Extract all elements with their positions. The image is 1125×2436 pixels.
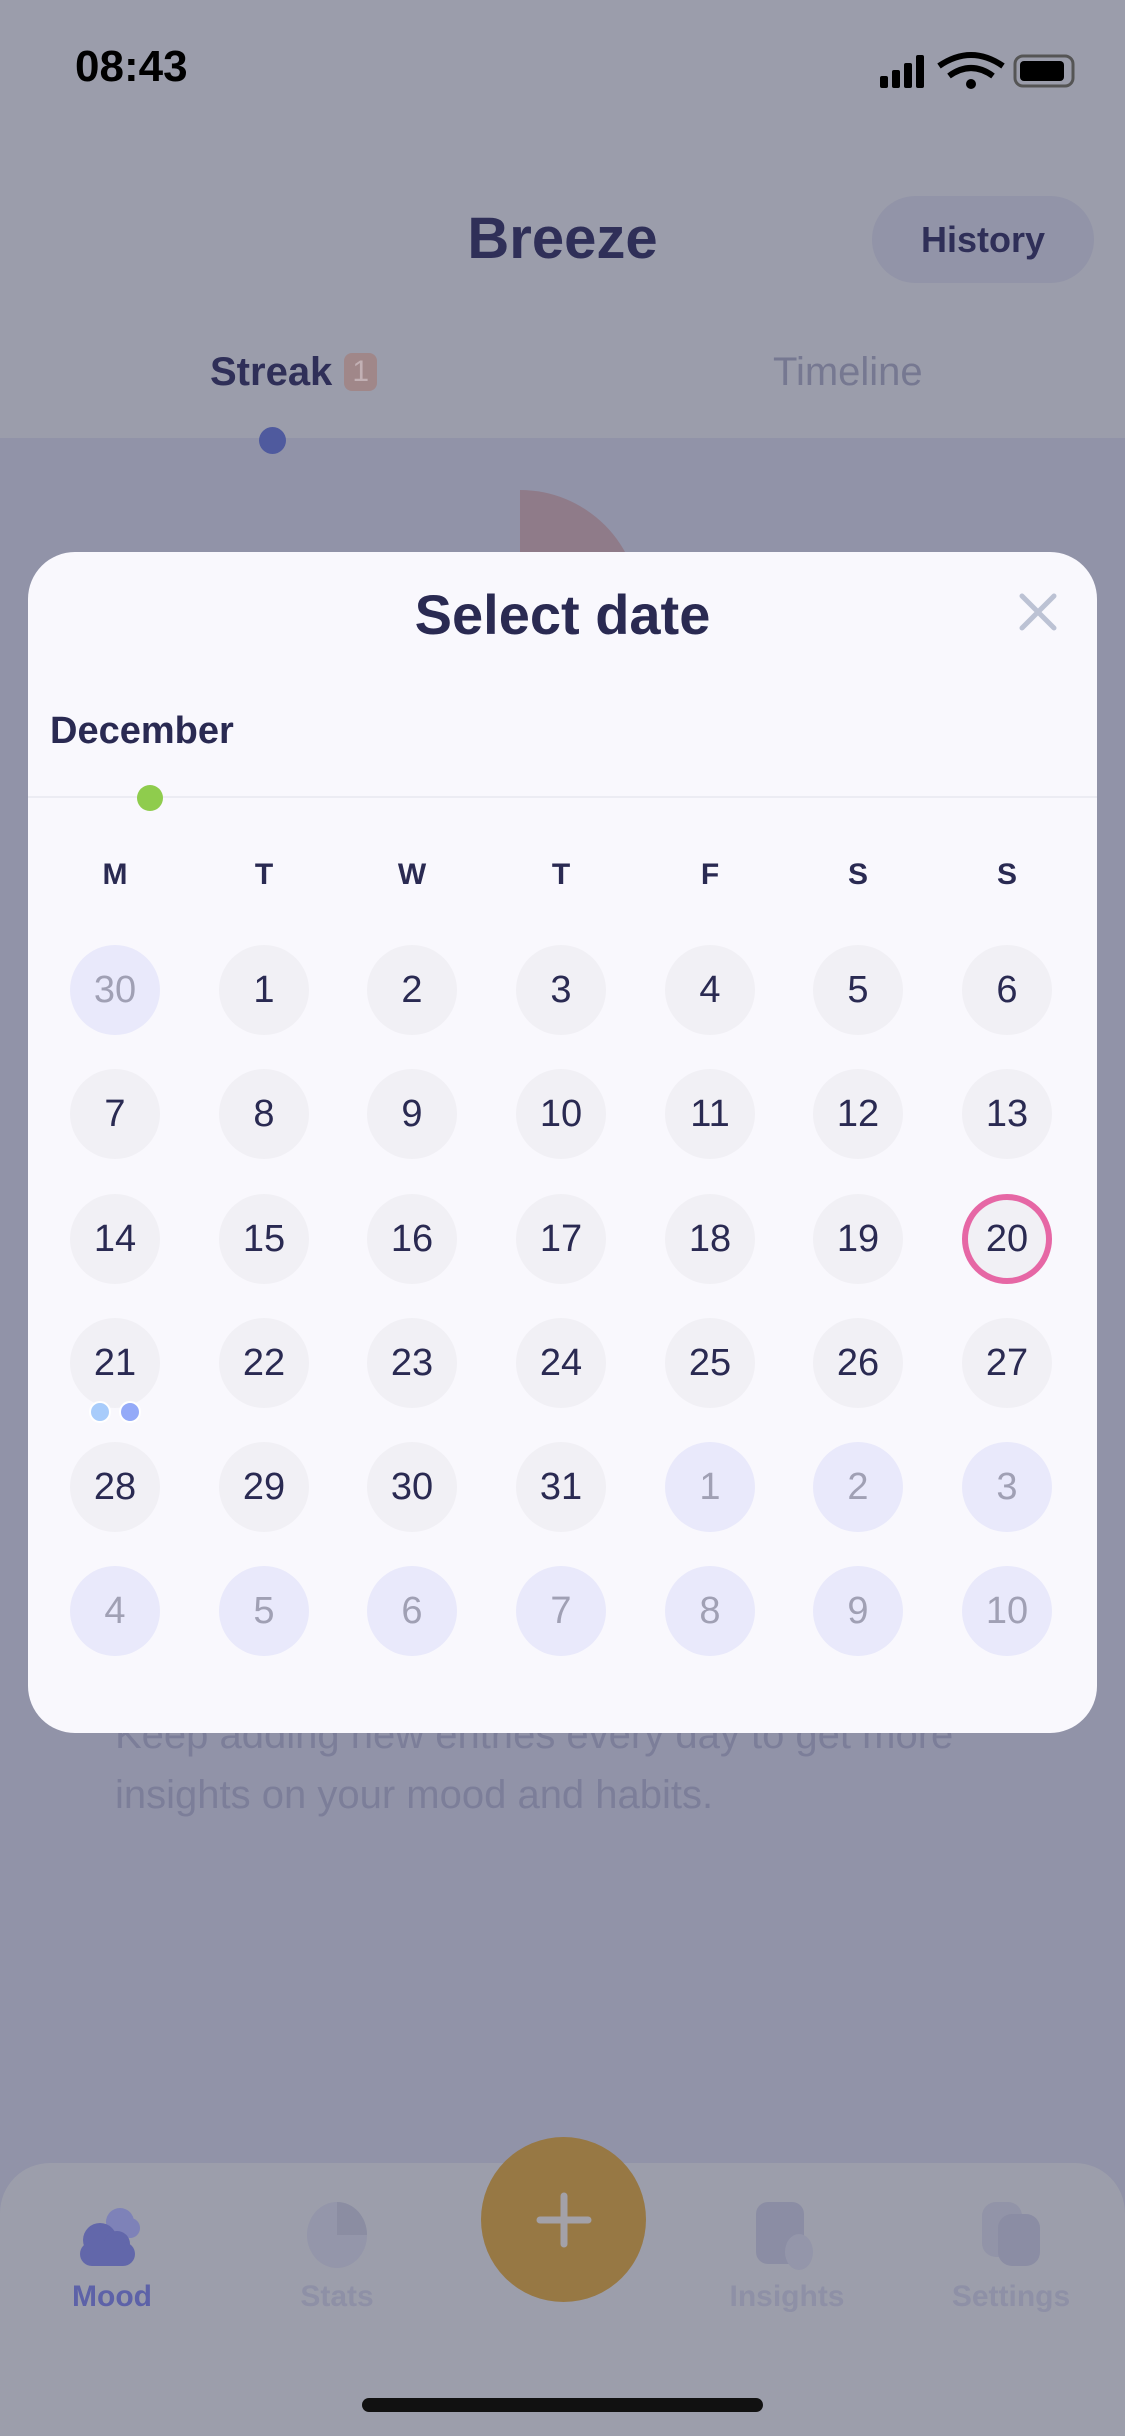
day-cell[interactable]: 22 [219,1318,309,1408]
day-cell[interactable]: 4 [70,1566,160,1656]
history-button[interactable]: History [872,196,1094,283]
day-cell[interactable]: 12 [813,1069,903,1159]
day-cell[interactable]: 16 [367,1194,457,1284]
day-cell[interactable]: 9 [813,1566,903,1656]
day-cell[interactable]: 25 [665,1318,755,1408]
streak-badge: 1 [344,353,377,391]
close-icon[interactable] [1018,592,1058,632]
signal-icon [880,55,924,88]
entry-dot [89,1401,111,1423]
day-cell[interactable]: 10 [516,1069,606,1159]
battery-icon [1013,54,1075,88]
select-date-modal: Select date December M T W T F S S 30 1 2 3 4 5 6 7 8 9 1… [28,552,1097,1733]
insights-icon [756,2202,813,2270]
add-entry-button[interactable] [481,2137,646,2302]
day-cell[interactable]: 7 [70,1069,160,1159]
weekday-label: M [102,858,128,891]
day-cell[interactable]: 19 [813,1194,903,1284]
weekday-label: T [254,858,274,891]
day-cell[interactable]: 6 [367,1566,457,1656]
weekday-label: S [996,858,1017,891]
wifi-icon [937,52,1005,79]
day-cell[interactable]: 6 [962,945,1052,1035]
day-cell[interactable]: 9 [367,1069,457,1159]
day-cell[interactable]: 24 [516,1318,606,1408]
day-cell[interactable]: 30 [70,945,160,1035]
day-cell[interactable]: 3 [516,945,606,1035]
active-tab-indicator [259,427,286,454]
nav-insights[interactable]: Insights [687,2280,887,2314]
day-cell[interactable]: 18 [665,1194,755,1284]
day-cell[interactable]: 21 [70,1318,160,1408]
day-cell[interactable]: 13 [962,1069,1052,1159]
day-cell[interactable]: 4 [665,945,755,1035]
month-indicator-dot [137,785,163,811]
pie-chart-icon [307,2202,367,2268]
status-icons [880,52,1075,89]
weekday-label: S [847,858,868,891]
weekday-label: W [397,858,427,891]
day-cell[interactable]: 5 [219,1566,309,1656]
day-cell[interactable]: 29 [219,1442,309,1532]
day-cell[interactable]: 31 [516,1442,606,1532]
tab-streak[interactable]: Streak 1 [210,350,377,395]
day-cell[interactable]: 17 [516,1194,606,1284]
nav-mood[interactable]: Mood [12,2280,212,2314]
plus-icon [536,2192,591,2247]
day-cell[interactable]: 7 [516,1566,606,1656]
day-cell[interactable]: 2 [813,1442,903,1532]
day-cell[interactable]: 8 [219,1069,309,1159]
day-cell[interactable]: 1 [665,1442,755,1532]
day-cell[interactable]: 11 [665,1069,755,1159]
day-cell[interactable]: 10 [962,1566,1052,1656]
tab-streak-label: Streak [210,350,333,394]
day-cell[interactable]: 5 [813,945,903,1035]
month-label[interactable]: December [50,710,234,753]
day-cell[interactable]: 26 [813,1318,903,1408]
tab-timeline[interactable]: Timeline [773,350,923,395]
day-cell-selected[interactable]: 20 [962,1194,1052,1284]
day-cell[interactable]: 23 [367,1318,457,1408]
day-cell[interactable]: 3 [962,1442,1052,1532]
day-cell[interactable]: 1 [219,945,309,1035]
cloud-icon [80,2208,140,2266]
weekday-label: T [551,858,571,891]
nav-stats[interactable]: Stats [237,2280,437,2314]
modal-title: Select date [414,583,711,646]
day-cell[interactable]: 8 [665,1566,755,1656]
nav-settings[interactable]: Settings [911,2280,1111,2314]
status-time: 08:43 [75,42,188,91]
settings-icon [982,2202,1040,2266]
day-cell[interactable]: 14 [70,1194,160,1284]
day-cell[interactable]: 27 [962,1318,1052,1408]
month-divider [28,796,1097,798]
entry-dot [119,1401,141,1423]
day-cell[interactable]: 28 [70,1442,160,1532]
weekday-label: F [700,858,720,891]
home-indicator[interactable] [362,2398,763,2412]
day-cell[interactable]: 30 [367,1442,457,1532]
day-cell[interactable]: 15 [219,1194,309,1284]
day-cell[interactable]: 2 [367,945,457,1035]
